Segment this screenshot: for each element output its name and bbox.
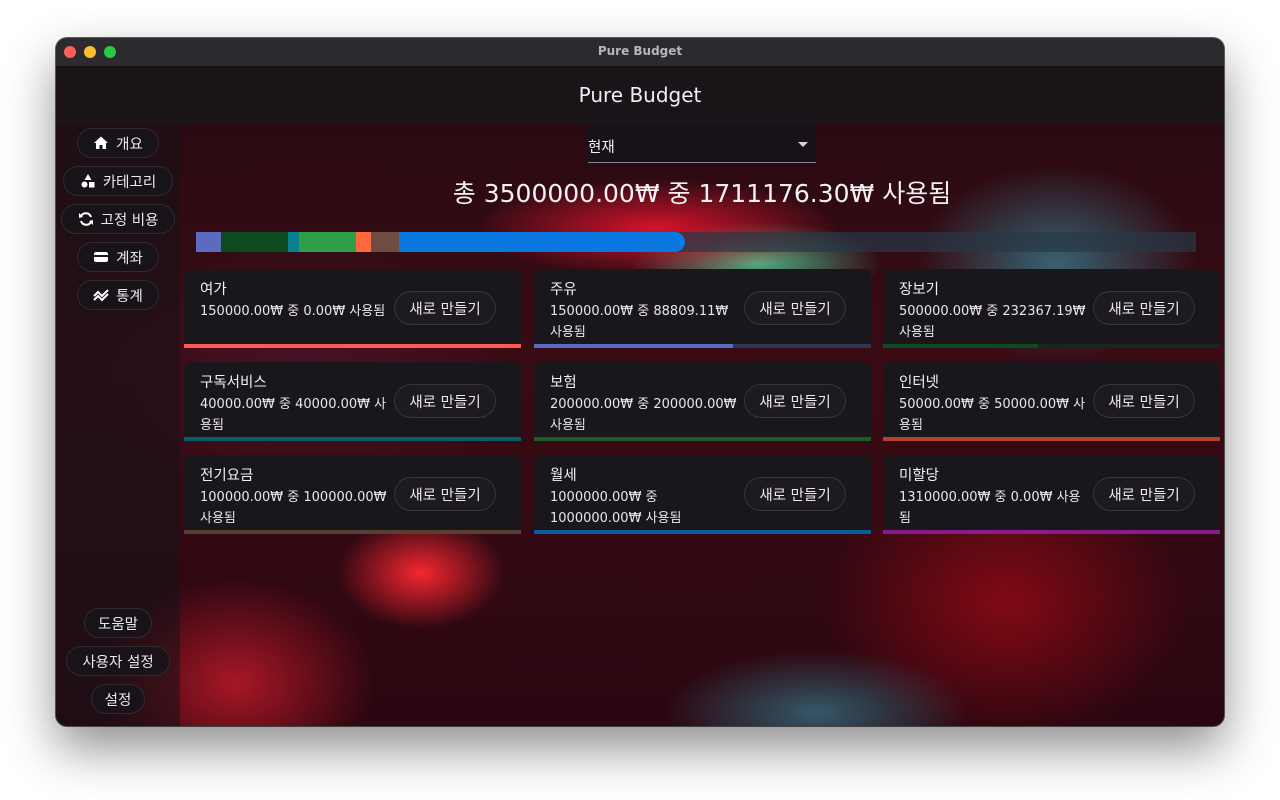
new-entry-button[interactable]: 새로 만들기 bbox=[394, 291, 496, 325]
category-name: 인터넷 bbox=[899, 375, 940, 391]
shapes-icon bbox=[80, 173, 96, 189]
main-content: 현재 총 3500000.00₩ 중 1711176.30₩ 사용됨 여가 150… bbox=[180, 123, 1224, 726]
category-usage: 1310000.00₩ 중 0.00₩ 사용됨 bbox=[899, 490, 1081, 526]
new-entry-button[interactable]: 새로 만들기 bbox=[394, 384, 496, 418]
new-entry-button[interactable]: 새로 만들기 bbox=[1093, 291, 1195, 325]
category-progress-fill bbox=[184, 530, 521, 534]
category-card[interactable]: 주유 150000.00₩ 중 88809.11₩ 사용됨 새로 만들기 bbox=[534, 269, 871, 348]
category-usage: 40000.00₩ 중 40000.00₩ 사용됨 bbox=[200, 397, 387, 433]
app-bar: Pure Budget bbox=[56, 67, 1224, 123]
category-name: 미할당 bbox=[899, 468, 940, 484]
category-progress-fill bbox=[883, 344, 1039, 348]
category-card[interactable]: 장보기 500000.00₩ 중 232367.19₩ 사용됨 새로 만들기 bbox=[883, 269, 1220, 348]
category-name: 보험 bbox=[550, 375, 577, 391]
wallet-icon bbox=[93, 249, 109, 265]
new-entry-button[interactable]: 새로 만들기 bbox=[744, 384, 846, 418]
category-usage: 100000.00₩ 중 100000.00₩ 사용됨 bbox=[200, 490, 387, 526]
nav-label: 카테고리 bbox=[102, 174, 157, 191]
category-name: 전기요금 bbox=[200, 468, 254, 484]
category-usage: 150000.00₩ 중 88809.11₩ 사용됨 bbox=[550, 304, 729, 340]
nav-label: 사용자 설정 bbox=[82, 654, 154, 671]
category-name: 주유 bbox=[550, 282, 577, 298]
new-entry-button[interactable]: 새로 만들기 bbox=[1093, 384, 1195, 418]
category-progress-fill bbox=[534, 530, 871, 534]
home-icon bbox=[93, 135, 109, 151]
period-select[interactable]: 현재 bbox=[588, 123, 816, 163]
repeat-icon bbox=[78, 211, 94, 227]
category-progress-fill bbox=[184, 437, 521, 441]
app-window: Pure Budget Pure Budget 개요 카테고리 고정 비용 계좌… bbox=[56, 38, 1224, 726]
budget-segment bbox=[196, 232, 222, 252]
nav-settings[interactable]: 설정 bbox=[91, 684, 145, 714]
new-entry-button[interactable]: 새로 만들기 bbox=[744, 291, 846, 325]
nav-statistics[interactable]: 통계 bbox=[77, 280, 159, 310]
category-progress-fill bbox=[534, 344, 733, 348]
sidebar: 개요 카테고리 고정 비용 계좌 통계 도움말 사용자 설정 설정 bbox=[56, 123, 180, 726]
category-card[interactable]: 보험 200000.00₩ 중 200000.00₩ 사용됨 새로 만들기 bbox=[534, 362, 871, 441]
budget-progress-bar bbox=[196, 232, 1196, 252]
budget-segment bbox=[287, 232, 300, 252]
category-usage: 50000.00₩ 중 50000.00₩ 사용됨 bbox=[899, 397, 1086, 433]
budget-segment bbox=[399, 232, 685, 252]
category-card[interactable]: 월세 1000000.00₩ 중 1000000.00₩ 사용됨 새로 만들기 bbox=[534, 455, 871, 534]
nav-label: 계좌 bbox=[116, 250, 143, 267]
category-card[interactable]: 구독서비스 40000.00₩ 중 40000.00₩ 사용됨 새로 만들기 bbox=[184, 362, 521, 441]
new-entry-button[interactable]: 새로 만들기 bbox=[744, 477, 846, 511]
budget-segment bbox=[370, 232, 400, 252]
category-usage: 150000.00₩ 중 0.00₩ 사용됨 bbox=[200, 304, 386, 319]
category-name: 월세 bbox=[550, 468, 577, 484]
category-card[interactable]: 인터넷 50000.00₩ 중 50000.00₩ 사용됨 새로 만들기 bbox=[883, 362, 1220, 441]
nav-label: 설정 bbox=[104, 692, 132, 709]
nav-accounts[interactable]: 계좌 bbox=[77, 242, 159, 272]
nav-user-settings[interactable]: 사용자 설정 bbox=[66, 646, 170, 676]
category-progress-fill bbox=[883, 437, 1220, 441]
title-bar: Pure Budget bbox=[56, 38, 1224, 67]
nav-categories[interactable]: 카테고리 bbox=[63, 166, 173, 196]
nav-label: 도움말 bbox=[97, 616, 139, 633]
category-card[interactable]: 여가 150000.00₩ 중 0.00₩ 사용됨 새로 만들기 bbox=[184, 269, 521, 348]
category-name: 구독서비스 bbox=[200, 375, 267, 391]
category-progress-fill bbox=[534, 437, 871, 441]
budget-segment bbox=[299, 232, 357, 252]
category-card[interactable]: 전기요금 100000.00₩ 중 100000.00₩ 사용됨 새로 만들기 bbox=[184, 455, 521, 534]
category-progress-fill bbox=[184, 344, 521, 348]
new-entry-button[interactable]: 새로 만들기 bbox=[1093, 477, 1195, 511]
budget-segment bbox=[221, 232, 288, 252]
category-name: 여가 bbox=[200, 282, 227, 298]
app-title: Pure Budget bbox=[578, 83, 702, 107]
nav-fixed-costs[interactable]: 고정 비용 bbox=[61, 204, 175, 234]
category-usage: 500000.00₩ 중 232367.19₩ 사용됨 bbox=[899, 304, 1086, 340]
budget-summary: 총 3500000.00₩ 중 1711176.30₩ 사용됨 bbox=[452, 179, 952, 208]
nav-overview[interactable]: 개요 bbox=[77, 128, 159, 158]
category-card[interactable]: 미할당 1310000.00₩ 중 0.00₩ 사용됨 새로 만들기 bbox=[883, 455, 1220, 534]
budget-segment bbox=[356, 232, 371, 252]
nav-label: 개요 bbox=[116, 136, 143, 153]
nav-help[interactable]: 도움말 bbox=[84, 608, 152, 638]
nav-label: 통계 bbox=[116, 288, 143, 305]
category-usage: 200000.00₩ 중 200000.00₩ 사용됨 bbox=[550, 397, 737, 433]
nav-label: 고정 비용 bbox=[100, 212, 159, 229]
chart-icon bbox=[93, 287, 109, 303]
category-name: 장보기 bbox=[899, 282, 940, 298]
category-progress-fill bbox=[883, 530, 1220, 534]
dropdown-caret-icon bbox=[798, 142, 808, 147]
category-usage: 1000000.00₩ 중 1000000.00₩ 사용됨 bbox=[550, 490, 682, 526]
new-entry-button[interactable]: 새로 만들기 bbox=[394, 477, 496, 511]
window-title: Pure Budget bbox=[597, 44, 683, 58]
period-select-value: 현재 bbox=[588, 140, 615, 156]
